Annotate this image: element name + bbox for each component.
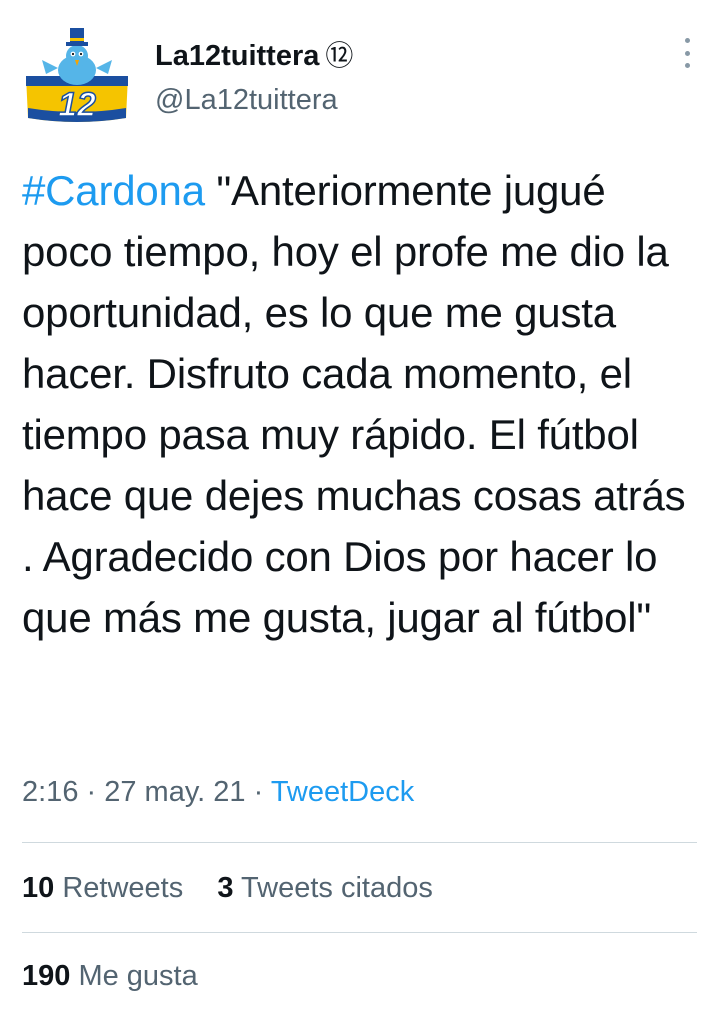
tweet-text: #Cardona "Anteriormente jugué poco tiemp… <box>22 160 702 648</box>
tweet-detail: 12 La12tuittera ⑫ @La12tuittera #Cardona… <box>0 0 719 1009</box>
tweet-header: 12 La12tuittera ⑫ @La12tuittera <box>22 24 697 125</box>
more-vertical-icon <box>684 38 690 43</box>
author-name[interactable]: La12tuittera ⑫ <box>155 34 353 74</box>
svg-text:12: 12 <box>58 86 96 124</box>
tweet-time[interactable]: 2:16 <box>22 776 78 808</box>
tweet-source-link[interactable]: TweetDeck <box>271 776 414 808</box>
retweets-stat[interactable]: 10 Retweets <box>22 872 183 904</box>
avatar[interactable]: 12 <box>22 24 132 125</box>
quotes-label: Tweets citados <box>241 872 433 904</box>
meta-separator: · <box>78 776 105 808</box>
more-vertical-icon-dot-3 <box>684 63 690 68</box>
likes-stats-row: 190 Me gusta <box>22 960 198 993</box>
likes-count: 190 <box>22 960 71 992</box>
retweets-label: Retweets <box>62 872 184 904</box>
tweet-body-text: "Anteriormente jugué poco tiempo, hoy el… <box>22 167 686 641</box>
author-badge: ⑫ <box>325 40 354 71</box>
retweets-count: 10 <box>22 872 55 904</box>
tweet-date[interactable]: 27 may. 21 <box>104 776 245 808</box>
divider <box>22 842 697 843</box>
quote-tweets-stat[interactable]: 3 Tweets citados <box>217 872 433 904</box>
quotes-count: 3 <box>217 872 234 904</box>
more-options-button[interactable] <box>677 38 697 68</box>
likes-label: Me gusta <box>78 960 198 992</box>
la12-avatar-icon: 12 <box>26 28 128 125</box>
hashtag-link[interactable]: #Cardona <box>22 167 205 214</box>
author-name-text: La12tuittera <box>155 40 320 72</box>
author-handle[interactable]: @La12tuittera <box>155 84 338 117</box>
likes-stat[interactable]: 190 Me gusta <box>22 960 198 992</box>
meta-separator: · <box>245 776 271 808</box>
divider <box>22 932 697 933</box>
engagement-stats-row: 10 Retweets 3 Tweets citados <box>22 872 433 905</box>
tweet-meta: 2:16 · 27 may. 21 · TweetDeck <box>22 776 414 809</box>
more-vertical-icon-dot-2 <box>684 50 690 56</box>
